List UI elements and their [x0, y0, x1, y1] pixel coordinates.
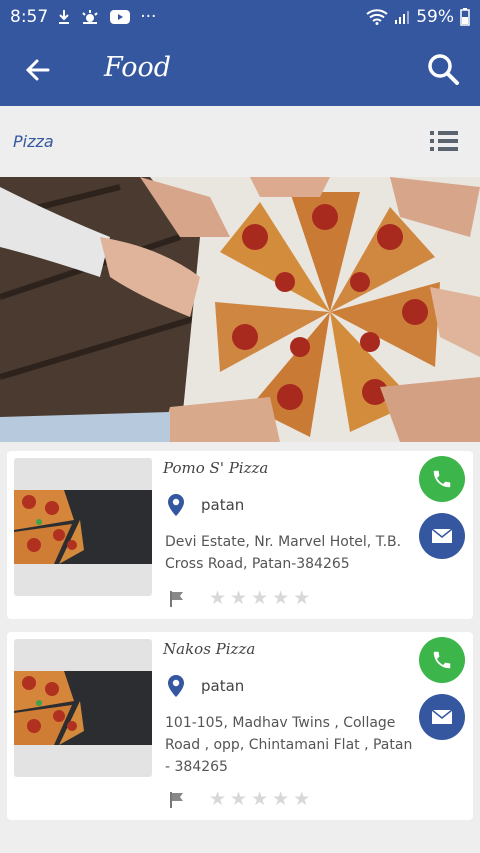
page-title: Food — [104, 52, 172, 83]
restaurant-address: Devi Estate, Nr. Marvel Hotel, T.B. Cros… — [165, 534, 402, 572]
star-icon[interactable]: ★ — [293, 790, 310, 809]
restaurant-city: patan — [201, 496, 245, 514]
restaurant-name: Pomo S' Pizza — [163, 459, 269, 477]
youtube-icon — [110, 10, 131, 24]
restaurant-city: patan — [201, 677, 245, 695]
status-bar: 8:57 ··· 59% — [0, 0, 480, 34]
download-icon — [59, 10, 70, 24]
category-bar: Pizza — [0, 106, 480, 178]
star-icon[interactable]: ★ — [209, 589, 226, 608]
location-row: patan — [167, 493, 244, 517]
search-icon[interactable] — [426, 52, 460, 86]
rating-row: ★ ★ ★ ★ ★ — [169, 589, 310, 608]
star-icon[interactable]: ★ — [230, 790, 247, 809]
email-button[interactable] — [419, 694, 465, 740]
battery-icon — [460, 8, 470, 26]
rating-row: ★ ★ ★ ★ ★ — [169, 790, 310, 809]
email-button[interactable] — [419, 513, 465, 559]
star-icon[interactable]: ★ — [293, 589, 310, 608]
phone-icon — [433, 651, 451, 669]
listing-thumbnail — [14, 458, 152, 596]
listing-card[interactable]: Nakos Pizza patan 101-105, Madhav Twins … — [7, 632, 473, 820]
flag-icon[interactable] — [169, 590, 185, 608]
hero-banner-image — [0, 177, 480, 442]
map-pin-icon — [168, 675, 184, 697]
app-bar: Food — [0, 34, 480, 106]
listing-thumbnail — [14, 639, 152, 777]
category-label[interactable]: Pizza — [13, 132, 54, 151]
status-time: 8:57 — [10, 7, 49, 27]
flag-icon[interactable] — [169, 791, 185, 809]
star-icon[interactable]: ★ — [272, 589, 289, 608]
restaurant-name: Nakos Pizza — [163, 640, 256, 658]
listing-card[interactable]: Pomo S' Pizza patan Devi Estate, Nr. Mar… — [7, 451, 473, 619]
back-arrow-icon[interactable] — [22, 54, 54, 86]
weather-icon — [82, 10, 98, 24]
location-row: patan — [167, 674, 244, 698]
signal-icon — [395, 11, 410, 24]
battery-percent: 59% — [416, 7, 454, 27]
star-icon[interactable]: ★ — [230, 589, 247, 608]
restaurant-address: 101-105, Madhav Twins , Collage Road , o… — [165, 715, 413, 775]
star-icon[interactable]: ★ — [251, 790, 268, 809]
mail-icon — [431, 709, 453, 724]
star-icon[interactable]: ★ — [272, 790, 289, 809]
wifi-icon — [366, 9, 388, 25]
phone-icon — [433, 470, 451, 488]
star-icon[interactable]: ★ — [209, 790, 226, 809]
star-icon[interactable]: ★ — [251, 589, 268, 608]
call-button[interactable] — [419, 637, 465, 683]
map-pin-icon — [168, 494, 184, 516]
mail-icon — [431, 528, 453, 543]
call-button[interactable] — [419, 456, 465, 502]
list-icon[interactable] — [430, 130, 458, 152]
more-notifications: ··· — [140, 7, 157, 27]
